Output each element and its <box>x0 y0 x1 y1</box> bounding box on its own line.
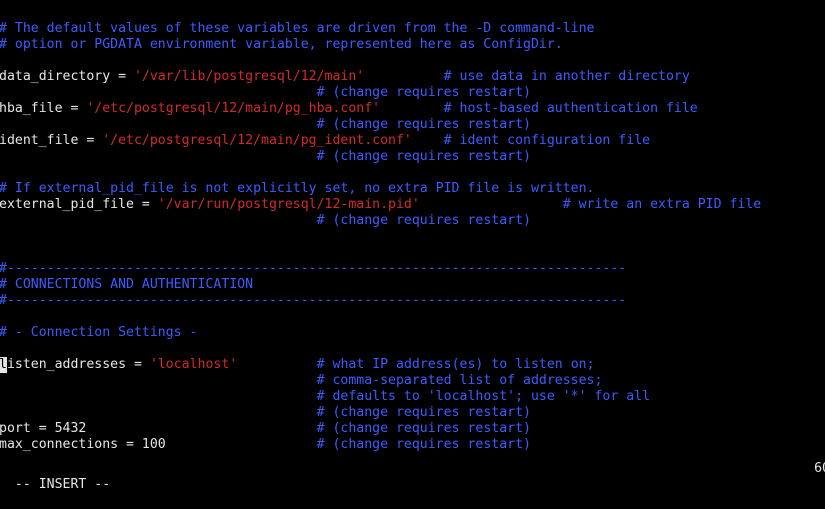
comment-text: # (change requires restart) <box>316 117 531 132</box>
editor-line[interactable] <box>0 229 825 245</box>
editor-line[interactable]: # If external_pid_file is not explicitly… <box>0 181 825 197</box>
vim-editor[interactable]: #---------------------------------------… <box>0 0 825 453</box>
comment-text: # host-based authentication file <box>443 101 698 116</box>
string-literal: '/var/lib/postgresql/12/main' <box>133 69 365 84</box>
editor-line[interactable]: # defaults to 'localhost'; use '*' for a… <box>0 389 825 405</box>
comment-text: # CONNECTIONS AND AUTHENTICATION <box>0 277 254 292</box>
comment-text: #---------------------------------------… <box>0 0 626 4</box>
vim-statusline: -- INSERT -- 60 <box>0 461 825 492</box>
editor-line[interactable] <box>0 245 825 261</box>
editor-line[interactable]: data_directory = '/var/lib/postgresql/12… <box>0 69 825 85</box>
editor-line[interactable]: # - Connection Settings - <box>0 325 825 341</box>
editor-line[interactable]: # option or PGDATA environment variable,… <box>0 37 825 53</box>
comment-text: # option or PGDATA environment variable,… <box>0 37 563 52</box>
code-text: isten_addresses = <box>6 357 150 372</box>
editor-line[interactable]: # (change requires restart) <box>0 85 825 101</box>
code-text: data_directory = <box>0 69 134 84</box>
editor-line[interactable]: # (change requires restart) <box>0 405 825 421</box>
string-literal: 'localhost' <box>149 357 238 372</box>
editor-line[interactable]: # comma-separated list of addresses; <box>0 373 825 389</box>
editor-line[interactable] <box>0 341 825 357</box>
editor-line[interactable]: # (change requires restart) <box>0 213 825 229</box>
comment-text: # ident configuration file <box>443 133 651 148</box>
editor-line[interactable] <box>0 309 825 325</box>
editor-line[interactable]: # The default values of these variables … <box>0 21 825 37</box>
comment-text: # (change requires restart) <box>316 213 531 228</box>
comment-text: #---------------------------------------… <box>0 261 627 276</box>
code-text: port = 5432 <box>0 421 87 436</box>
comment-text: # The default values of these variables … <box>0 21 595 36</box>
comment-text: # If external_pid_file is not explicitly… <box>0 181 595 196</box>
code-text: ident_file = <box>0 133 103 148</box>
code-text: external_pid_file = <box>0 197 158 212</box>
editor-line[interactable]: external_pid_file = '/var/run/postgresql… <box>0 197 825 213</box>
editor-line[interactable] <box>0 5 825 21</box>
editor-text-area[interactable]: #---------------------------------------… <box>0 0 825 453</box>
comment-text: # comma-separated list of addresses; <box>316 373 603 388</box>
editor-line[interactable]: # CONNECTIONS AND AUTHENTICATION <box>0 277 825 293</box>
string-literal: '/var/run/postgresql/12-main.pid' <box>157 197 420 212</box>
comment-text: # use data in another directory <box>443 69 690 84</box>
editor-line[interactable] <box>0 165 825 181</box>
comment-text: # write an extra PID file <box>562 197 762 212</box>
comment-text: #---------------------------------------… <box>0 293 627 308</box>
mode-indicator: -- INSERT -- <box>14 477 111 492</box>
text-cursor: l <box>0 357 7 373</box>
editor-line[interactable]: # (change requires restart) <box>0 149 825 165</box>
editor-line[interactable]: #---------------------------------------… <box>0 293 825 309</box>
editor-line[interactable]: port = 5432 # (change requires restart) <box>0 421 825 437</box>
editor-line[interactable]: listen_addresses = 'localhost' # what IP… <box>0 357 825 373</box>
comment-text: # (change requires restart) <box>316 149 531 164</box>
string-literal: '/etc/postgresql/12/main/pg_hba.conf' <box>86 101 381 116</box>
comment-text: # (change requires restart) <box>316 421 531 436</box>
editor-line[interactable]: #---------------------------------------… <box>0 261 825 277</box>
code-text: hba_file = <box>0 101 87 116</box>
comment-text: # (change requires restart) <box>316 437 531 452</box>
editor-line[interactable]: max_connections = 100 # (change requires… <box>0 437 825 453</box>
editor-line[interactable]: ident_file = '/etc/postgresql/12/main/pg… <box>0 133 825 149</box>
comment-text: # (change requires restart) <box>316 85 531 100</box>
editor-line[interactable] <box>0 53 825 69</box>
comment-text: # what IP address(es) to listen on; <box>316 357 595 372</box>
string-literal: '/etc/postgresql/12/main/pg_ident.conf' <box>102 133 412 148</box>
editor-line[interactable]: # (change requires restart) <box>0 117 825 133</box>
code-text: max_connections = 100 <box>0 437 166 452</box>
comment-text: # defaults to 'localhost'; use '*' for a… <box>316 389 651 404</box>
comment-text: # - Connection Settings - <box>0 325 198 340</box>
editor-line[interactable]: hba_file = '/etc/postgresql/12/main/pg_h… <box>0 101 825 117</box>
comment-text: # (change requires restart) <box>316 405 531 420</box>
cursor-position: 60 <box>814 461 825 476</box>
